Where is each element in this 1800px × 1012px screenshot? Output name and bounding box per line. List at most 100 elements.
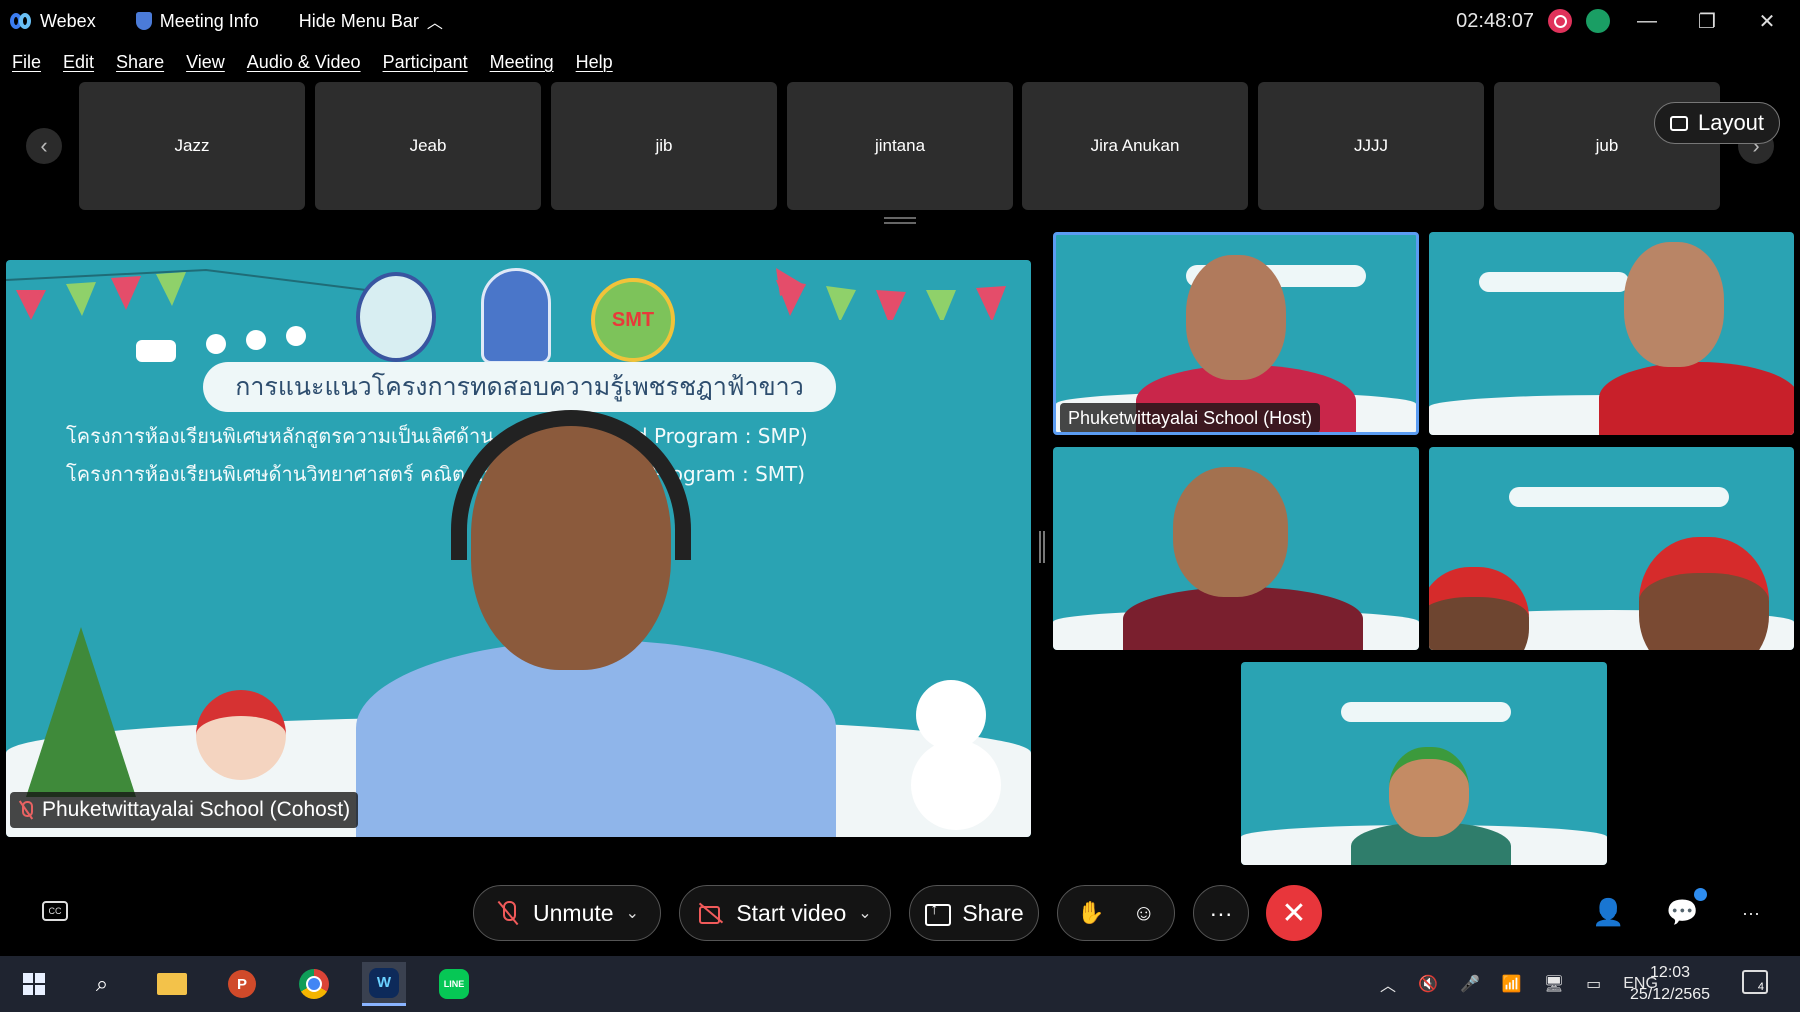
chevron-down-icon[interactable]: ⌄ [858,903,871,923]
active-speaker-video[interactable]: SMT การแนะแนวโครงการทดสอบความรู้เพชรชฎาฟ… [6,260,1031,837]
slide-line-1: โครงการห้องเรียนพิเศษหลักสูตรความเป็นเลิ… [66,424,808,448]
restore-button[interactable]: ❐ [1684,9,1730,34]
participants-panel-icon[interactable]: 👤 [1592,897,1624,928]
speaker-name-tag: Phuketwittayalai School (Cohost) [10,792,359,828]
start-video-button[interactable]: Start video ⌄ [679,885,891,941]
search-icon[interactable]: ⌕ [80,962,124,1006]
santa-decoration [196,690,286,780]
participant-head [1429,567,1529,650]
system-date: 25/12/2565 [1630,986,1711,1003]
pane-divider-grip[interactable] [1039,531,1045,563]
layout-icon [1669,115,1688,131]
unmute-label: Unmute [533,899,614,926]
start-video-label: Start video [736,899,847,926]
file-explorer-icon[interactable] [150,962,194,1006]
reactions-icon[interactable]: ☺ [1132,900,1154,926]
filmstrip-prev-button[interactable]: ‹ [26,128,62,164]
slide-banner-mini [1509,487,1729,507]
wifi-icon[interactable]: 📶 [1502,974,1522,994]
participant-head [1186,255,1286,380]
share-button[interactable]: Share [909,885,1039,941]
system-clock[interactable]: 12:03 25/12/2565 [1630,962,1710,1006]
speaker-muted-icon[interactable]: 🔇 [1418,974,1438,994]
hide-menu-label: Hide Menu Bar [298,10,419,31]
app-name: Webex [40,10,96,31]
notification-center-button[interactable]: 4 [1742,970,1768,994]
recording-icon[interactable] [1548,9,1572,33]
participant-tile[interactable]: jib [551,82,777,210]
slide-banner-mini [1479,272,1629,292]
chevron-up-icon[interactable]: ︿ [1380,972,1396,996]
participant-head [1639,537,1769,650]
shield-icon [135,12,152,30]
chrome-icon[interactable] [292,962,336,1006]
school-crest-icon [481,268,551,364]
chevron-up-icon: ︿ [426,15,443,32]
menu-share[interactable]: Share [116,52,164,73]
menu-help[interactable]: Help [576,52,613,73]
camera-off-icon [698,900,724,926]
webex-taskbar-icon[interactable]: W [362,962,406,1006]
share-screen-icon [924,900,952,926]
raise-hand-icon[interactable]: ✋ [1077,900,1104,926]
slide-banner-mini [1341,702,1511,722]
display-icon[interactable]: 🖥 [1544,974,1564,994]
menu-edit[interactable]: Edit [63,52,94,73]
start-button[interactable] [12,962,56,1006]
chat-notification-badge [1694,888,1707,901]
chat-icon[interactable]: 💬 [1666,897,1698,928]
participant-filmstrip: ‹ Jazz Jeab jib jintana Jira Anukan JJJJ… [0,82,1800,212]
school-emblem-icon [356,272,436,362]
slide-banner-title: การแนะแนวโครงการทดสอบความรู้เพชรชฎาฟ้าขา… [203,362,836,412]
video-tile[interactable] [1241,662,1607,865]
menu-view[interactable]: View [186,52,225,73]
video-tile[interactable] [1053,447,1419,650]
system-time: 12:03 [1650,964,1691,981]
more-options-button[interactable]: ··· [1193,885,1249,941]
minimize-button[interactable]: — [1624,10,1670,33]
meeting-info-button[interactable]: Meeting Info [135,10,259,32]
filmstrip-resize-handle[interactable] [884,217,916,224]
menu-participant[interactable]: Participant [383,52,468,73]
video-tile-host[interactable]: Phuketwittayalai School (Host) [1053,232,1419,435]
microphone-icon[interactable]: 🎤 [1460,974,1480,994]
participant-tile[interactable]: JJJJ [1258,82,1484,210]
meeting-controls: CC Unmute ⌄ Start video ⌄ Share ✋ ☺ ··· … [0,885,1800,943]
meeting-timer: 02:48:07 [1456,9,1534,32]
participant-tile[interactable]: Jeab [315,82,541,210]
layout-label: Layout [1697,110,1765,135]
app-title: Webex [10,11,96,32]
powerpoint-icon[interactable]: P [220,962,264,1006]
smt-logo-icon: SMT [591,278,675,362]
unmute-button[interactable]: Unmute ⌄ [473,885,661,941]
network-health-icon[interactable] [1586,9,1610,33]
chevron-down-icon[interactable]: ⌄ [626,903,639,923]
layout-button[interactable]: Layout [1654,102,1780,144]
participant-tile[interactable]: Jazz [79,82,305,210]
overflow-menu-button[interactable]: ··· [1742,903,1760,924]
participant-tile[interactable]: Jira Anukan [1022,82,1248,210]
participant-head [1624,242,1724,367]
line-app-icon[interactable]: LINE [432,962,476,1006]
end-meeting-button[interactable]: ✕ [1266,885,1322,941]
participant-body [1599,362,1794,435]
title-bar: Webex Meeting Info Hide Menu Bar ︿ 02:48… [0,0,1800,42]
mic-off-icon [495,900,521,926]
hide-menu-bar-button[interactable]: Hide Menu Bar ︿ [299,9,443,33]
meeting-info-label: Meeting Info [159,10,259,31]
menu-bar: File Edit Share View Audio & Video Parti… [0,44,613,80]
video-tile[interactable] [1429,447,1794,650]
participant-tile[interactable]: jintana [787,82,1013,210]
reactions-group: ✋ ☺ [1057,885,1175,941]
speaker-name: Phuketwittayalai School (Cohost) [42,798,351,821]
closed-caption-button[interactable]: CC [42,901,68,921]
share-label: Share [962,899,1024,926]
participant-head [1389,747,1469,837]
battery-icon[interactable]: ▭ [1586,974,1601,994]
host-name: Phuketwittayalai School (Host) [1068,407,1313,428]
close-window-button[interactable]: ✕ [1744,9,1790,34]
menu-file[interactable]: File [12,52,41,73]
menu-meeting[interactable]: Meeting [490,52,554,73]
menu-audio-video[interactable]: Audio & Video [247,52,361,73]
video-tile[interactable] [1429,232,1794,435]
